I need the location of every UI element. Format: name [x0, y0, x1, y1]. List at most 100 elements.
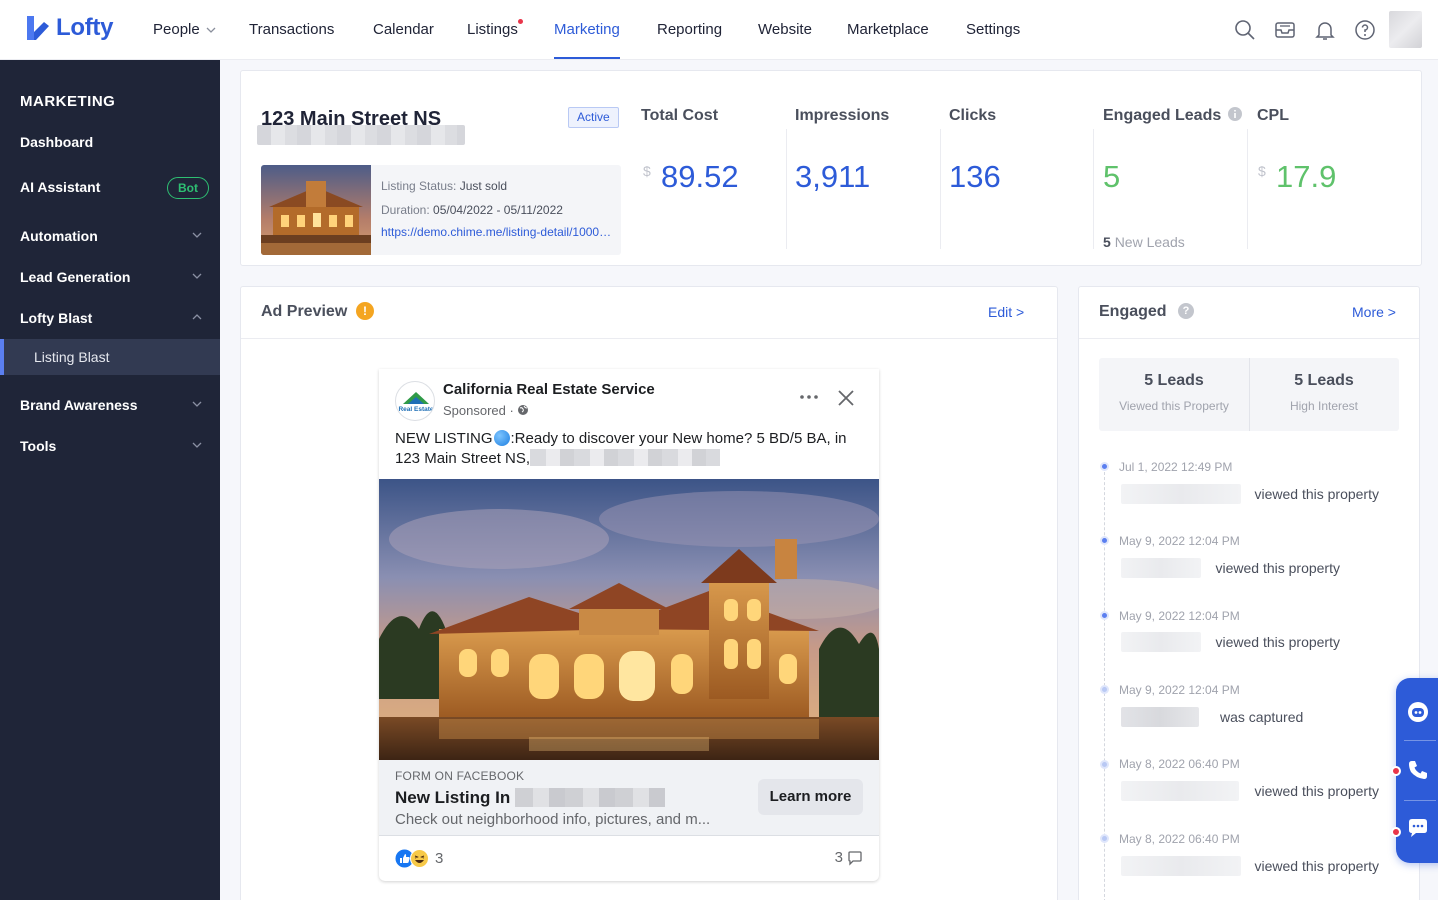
- listing-thumbnail[interactable]: [261, 165, 371, 255]
- nav-reporting[interactable]: Reporting: [657, 0, 722, 60]
- search-icon[interactable]: [1233, 18, 1257, 42]
- real-estate-logo-icon: Real Estate: [398, 392, 434, 413]
- ad-preview-header: Ad Preview ! Edit >: [241, 287, 1057, 339]
- sidebar: MARKETING Dashboard AI Assistant Bot Aut…: [0, 60, 220, 900]
- more-link[interactable]: More >: [1352, 304, 1396, 320]
- form-on-facebook-label: FORM ON FACEBOOK: [395, 769, 525, 783]
- new-leads-number: 5: [1103, 234, 1111, 250]
- facebook-ad-preview: Real Estate California Real Estate Servi…: [379, 369, 879, 881]
- divider: [1404, 740, 1436, 741]
- nav-transactions[interactable]: Transactions: [249, 0, 334, 60]
- timeline-text: was captured: [1220, 709, 1304, 725]
- lofty-logo[interactable]: Lofty: [24, 14, 113, 42]
- user-avatar[interactable]: [1389, 11, 1422, 48]
- timeline-text: viewed this property: [1215, 634, 1340, 650]
- close-icon[interactable]: [838, 390, 854, 406]
- timeline-text: viewed this property: [1254, 783, 1379, 799]
- timeline-dot: [1100, 611, 1109, 620]
- page-name[interactable]: California Real Estate Service: [443, 381, 655, 398]
- stat-high-interest[interactable]: 5 Leads High Interest: [1249, 358, 1399, 431]
- metric-cpl-label: CPL: [1257, 107, 1289, 124]
- edit-link[interactable]: Edit >: [988, 304, 1024, 320]
- nav-calendar[interactable]: Calendar: [373, 0, 434, 60]
- assistant-icon[interactable]: [1406, 700, 1430, 724]
- redacted-address: [257, 125, 465, 145]
- ad-photo[interactable]: [379, 479, 879, 760]
- reactions[interactable]: 3: [395, 849, 443, 868]
- sidebar-item-label: AI Assistant: [20, 179, 101, 195]
- chevron-up-icon: [192, 314, 202, 320]
- info-icon[interactable]: [1227, 107, 1242, 121]
- ad-preview-title: Ad Preview: [261, 303, 348, 320]
- divider: [940, 129, 941, 249]
- timeline-dot: [1100, 760, 1109, 769]
- warning-icon[interactable]: !: [356, 302, 374, 320]
- post-text: NEW LISTING:Ready to discover your New h…: [395, 429, 865, 469]
- duration-label: Duration:: [381, 203, 430, 217]
- sidebar-item-lofty-blast[interactable]: Lofty Blast: [0, 300, 220, 336]
- notification-dot: [1391, 766, 1401, 776]
- listing-link[interactable]: https://demo.chime.me/listing-detail/100…: [381, 225, 617, 239]
- bot-badge: Bot: [167, 177, 209, 199]
- metric-impressions-label: Impressions: [795, 107, 890, 124]
- divider: [1093, 129, 1094, 249]
- listing-info-box: Listing Status: Just sold Duration: 05/0…: [261, 165, 621, 255]
- help-icon[interactable]: ?: [1178, 303, 1194, 319]
- phone-icon[interactable]: [1406, 758, 1430, 782]
- listing-duration: Duration: 05/04/2022 - 05/11/2022: [381, 203, 563, 217]
- lofty-logo-icon: [27, 16, 49, 40]
- sidebar-item-listing-blast[interactable]: Listing Blast: [0, 339, 220, 375]
- engaged-leads-label-text: Engaged Leads: [1103, 107, 1222, 124]
- redacted-text: [530, 449, 721, 466]
- sidebar-item-tools[interactable]: Tools: [0, 428, 220, 464]
- redacted-lead-name: [1121, 781, 1239, 801]
- chevron-down-icon: [192, 232, 202, 238]
- post-text-line1b: :Ready to discover your New home? 5 BD/5…: [510, 430, 847, 447]
- inbox-icon[interactable]: [1273, 18, 1297, 42]
- comments[interactable]: 3: [835, 849, 863, 866]
- sidebar-item-ai-assistant[interactable]: AI Assistant Bot: [0, 169, 220, 205]
- notification-dot: [1391, 827, 1401, 837]
- comments-count: 3: [834, 849, 843, 866]
- sidebar-item-brand-awareness[interactable]: Brand Awareness: [0, 387, 220, 423]
- timeline-dot: [1100, 536, 1109, 545]
- timeline-time: May 9, 2022 12:04 PM: [1119, 609, 1240, 623]
- nav-marketplace[interactable]: Marketplace: [847, 0, 929, 60]
- page-avatar[interactable]: Real Estate: [395, 381, 435, 421]
- chevron-down-icon: [192, 442, 202, 448]
- nav-listings[interactable]: Listings: [467, 0, 523, 60]
- stat-viewed[interactable]: 5 Leads Viewed this Property: [1099, 358, 1249, 431]
- learn-more-button[interactable]: Learn more: [758, 779, 863, 815]
- sidebar-item-lead-generation[interactable]: Lead Generation: [0, 259, 220, 295]
- listing-summary-card: 123 Main Street NS Active Listing Status…: [240, 70, 1422, 266]
- globe-icon: [518, 405, 529, 415]
- new-leads-count[interactable]: 5 New Leads: [1103, 234, 1185, 250]
- avatar-text: Real Estate: [398, 406, 433, 413]
- sponsored-label: Sponsored ·: [443, 403, 529, 418]
- bell-icon[interactable]: [1313, 18, 1337, 42]
- nav-people-label: People: [153, 21, 200, 38]
- nav-marketing[interactable]: Marketing: [554, 0, 620, 60]
- sidebar-item-dashboard[interactable]: Dashboard: [0, 124, 220, 160]
- help-icon[interactable]: [1353, 18, 1377, 42]
- redacted-lead-name: [1121, 484, 1241, 504]
- more-options-icon[interactable]: [800, 395, 818, 399]
- nav-settings[interactable]: Settings: [966, 0, 1020, 60]
- stat-viewed-label: Viewed this Property: [1119, 399, 1229, 413]
- timeline-text: viewed this property: [1215, 560, 1340, 576]
- duration-value: 05/04/2022 - 05/11/2022: [433, 203, 563, 217]
- nav-website[interactable]: Website: [758, 0, 812, 60]
- divider: [786, 129, 787, 249]
- timeline-text: viewed this property: [1254, 486, 1379, 502]
- engaged-stats: 5 Leads Viewed this Property 5 Leads Hig…: [1099, 358, 1399, 431]
- metric-engaged-leads-value: 5: [1103, 159, 1121, 194]
- sidebar-item-automation[interactable]: Automation: [0, 218, 220, 254]
- blue-circle-emoji-icon: [493, 430, 510, 446]
- timeline-time: May 8, 2022 06:40 PM: [1119, 757, 1240, 771]
- chat-icon[interactable]: [1406, 816, 1430, 840]
- metric-clicks-label: Clicks: [949, 107, 997, 124]
- timeline-dot: [1100, 462, 1109, 471]
- ad-headline-text: New Listing In: [395, 788, 511, 807]
- nav-people[interactable]: People: [153, 0, 216, 60]
- sponsored-text: Sponsored ·: [443, 403, 514, 418]
